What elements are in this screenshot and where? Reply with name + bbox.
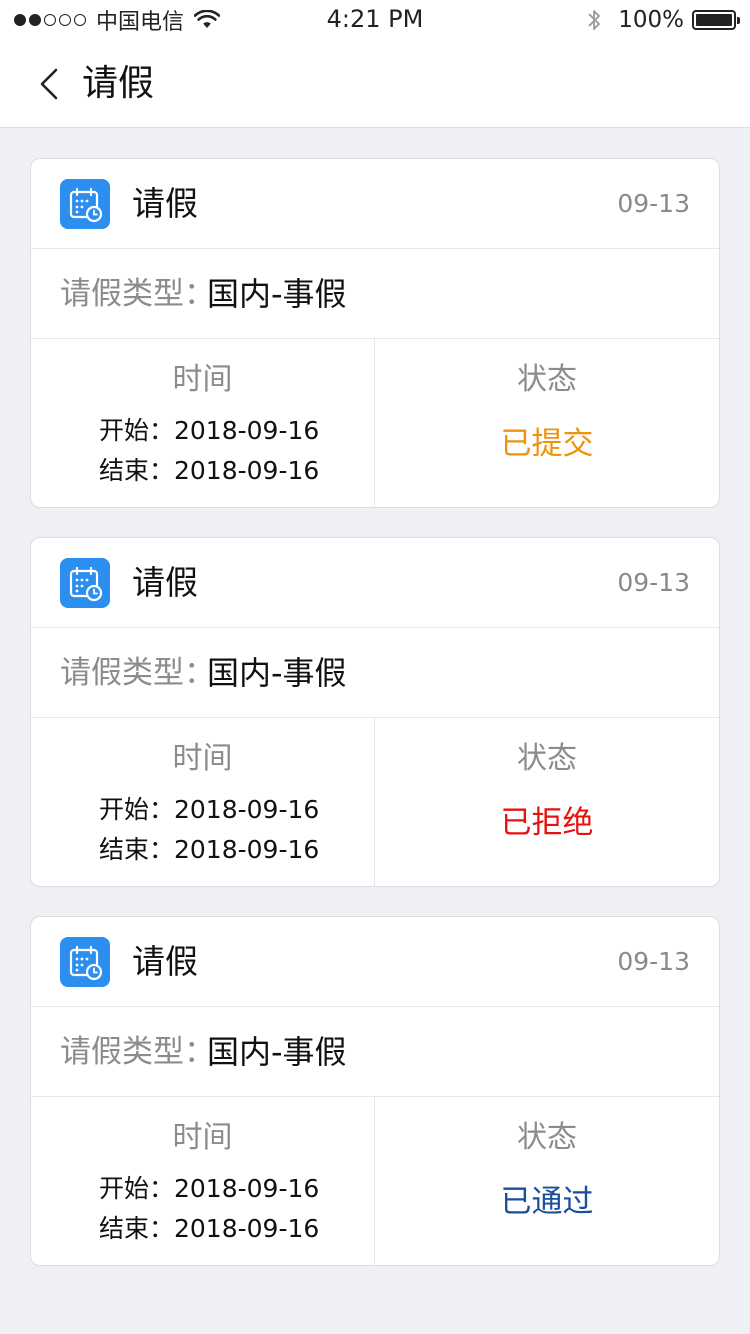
leave-card[interactable]: 请假 09-13 请假类型： 国内-事假 时间 开始：2018-09-16 结束… [30,158,720,508]
time-column: 时间 开始：2018-09-16 结束：2018-09-16 [31,339,375,507]
status-bar: 中国电信 4:21 PM 100% [0,0,750,40]
status-badge: 已通过 [500,1184,594,1220]
nav-bar: 请假 [0,40,750,128]
leave-card[interactable]: 请假 09-13 请假类型： 国内-事假 时间 开始：2018-09-16 结束… [30,537,720,887]
leave-type-value: 国内-事假 [207,654,347,692]
start-date: 开始：2018-09-16 [99,1174,320,1203]
battery-percent: 100% [618,7,684,33]
bluetooth-icon [588,10,601,30]
leave-card[interactable]: 请假 09-13 请假类型： 国内-事假 时间 开始：2018-09-16 结束… [30,916,720,1266]
calendar-clock-icon [60,179,110,229]
battery-icon [692,10,740,30]
card-header: 请假 09-13 [31,917,719,1007]
time-header: 时间 [172,362,233,397]
leave-type-row: 请假类型： 国内-事假 [31,1007,719,1097]
card-date: 09-13 [617,947,690,976]
leave-type-label: 请假类型： [60,655,215,691]
status-right: 100% [586,6,740,34]
chevron-left-icon[interactable] [30,64,70,104]
time-header: 时间 [172,1120,233,1155]
card-title: 请假 [132,184,198,223]
leave-type-value: 国内-事假 [207,275,347,313]
status-column: 状态 已通过 [375,1097,719,1265]
card-header: 请假 09-13 [31,538,719,628]
card-date: 09-13 [617,568,690,597]
time-column: 时间 开始：2018-09-16 结束：2018-09-16 [31,718,375,886]
card-title: 请假 [132,942,198,981]
leave-type-row: 请假类型： 国内-事假 [31,249,719,339]
status-column: 状态 已提交 [375,339,719,507]
status-header: 状态 [517,741,577,776]
end-date: 结束：2018-09-16 [99,835,320,864]
page-title: 请假 [82,63,155,104]
leave-request-list: 请假 09-13 请假类型： 国内-事假 时间 开始：2018-09-16 结束… [30,158,720,1295]
detail-row: 时间 开始：2018-09-16 结束：2018-09-16 状态 已通过 [31,1097,719,1265]
status-header: 状态 [517,1120,577,1155]
status-badge: 已拒绝 [500,805,594,841]
calendar-clock-icon [60,937,110,987]
end-date: 结束：2018-09-16 [99,1214,320,1243]
start-date: 开始：2018-09-16 [99,416,320,445]
card-header: 请假 09-13 [31,159,719,249]
status-badge: 已提交 [500,426,594,462]
detail-row: 时间 开始：2018-09-16 结束：2018-09-16 状态 已拒绝 [31,718,719,886]
leave-type-label: 请假类型： [60,1034,215,1070]
calendar-clock-icon [60,558,110,608]
status-header: 状态 [517,362,577,397]
status-column: 状态 已拒绝 [375,718,719,886]
leave-type-label: 请假类型： [60,276,215,312]
end-date: 结束：2018-09-16 [99,456,320,485]
time-header: 时间 [172,741,233,776]
card-title: 请假 [132,563,198,602]
detail-row: 时间 开始：2018-09-16 结束：2018-09-16 状态 已提交 [31,339,719,507]
leave-type-value: 国内-事假 [207,1033,347,1071]
time-column: 时间 开始：2018-09-16 结束：2018-09-16 [31,1097,375,1265]
start-date: 开始：2018-09-16 [99,795,320,824]
leave-type-row: 请假类型： 国内-事假 [31,628,719,718]
card-date: 09-13 [617,189,690,218]
